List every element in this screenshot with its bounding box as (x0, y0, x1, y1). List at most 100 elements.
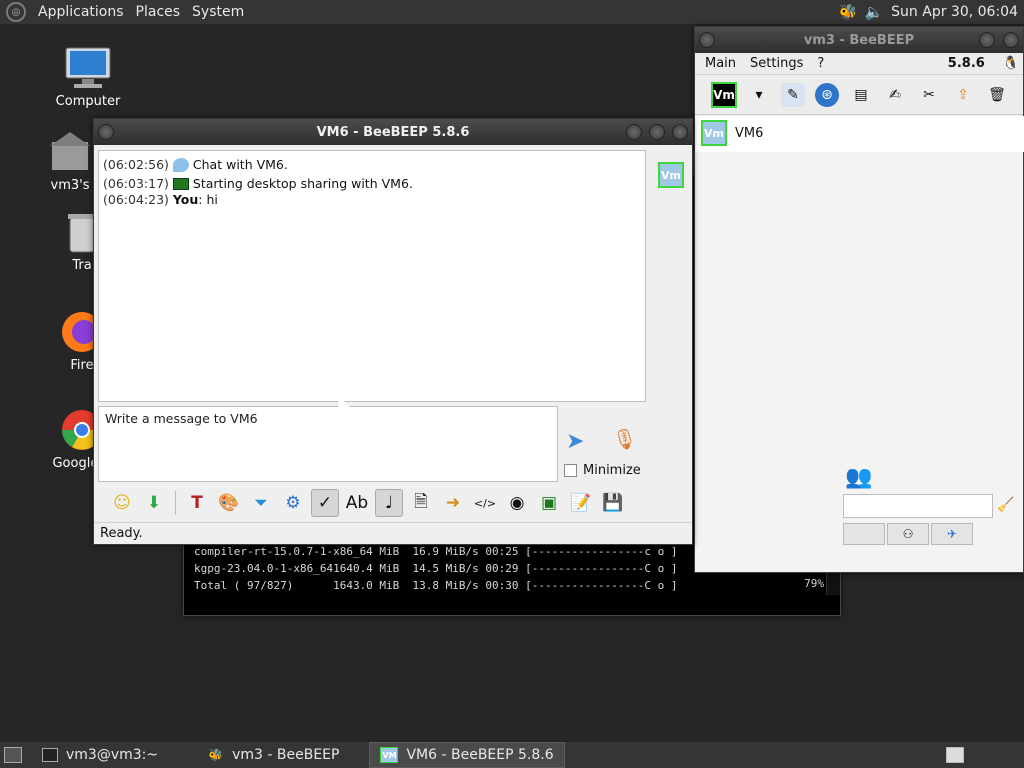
linux-tux-icon: 🐧 (1002, 56, 1019, 71)
home-folder-icon (46, 130, 94, 174)
task-label: vm3@vm3:~ (66, 747, 159, 763)
send-file-icon[interactable]: ✈ (931, 523, 973, 545)
chat-message: (06:02:56) Chat with VM6. (103, 157, 641, 173)
message-text: Chat with VM6. (192, 157, 288, 172)
html-code-icon[interactable]: </> (471, 489, 499, 517)
word-completer-icon[interactable]: Ab (343, 489, 371, 517)
task-label: vm3 - BeeBEEP (232, 747, 340, 763)
message-text: Starting desktop sharing with VM6. (192, 176, 413, 191)
chat-message: (06:03:17) Starting desktop sharing with… (103, 176, 641, 192)
volume-icon[interactable]: 🔈 (865, 3, 884, 21)
user-list: Vm VM6 (695, 116, 1024, 152)
groups-icon[interactable]: ▤ (849, 83, 873, 107)
vm3-toolbar: Vm ▾ ✎ ⊛ ▤ ✍ ✂ ⇪ 🗑 (695, 75, 1023, 115)
filter-icon[interactable]: ⏷ (247, 489, 275, 517)
search-input[interactable] (843, 494, 993, 518)
window-menu-button[interactable] (699, 32, 715, 48)
vm3-titlebar[interactable]: vm3 - BeeBEEP (695, 27, 1023, 53)
clear-search-icon[interactable]: 🧹 (997, 497, 1014, 513)
message-text: : hi (198, 192, 218, 207)
window-menu-button[interactable] (98, 124, 114, 140)
beep-sound-icon[interactable]: ♩ (375, 489, 403, 517)
chat-history[interactable]: (06:02:56) Chat with VM6. (06:03:17) Sta… (98, 150, 646, 402)
vm6-chat-window[interactable]: VM6 - BeeBEEP 5.8.6 (06:02:56) Chat with… (93, 118, 693, 545)
menu-main[interactable]: Main (705, 56, 736, 71)
desktop-icon-label: Computer (55, 94, 121, 109)
save-download-icon[interactable]: ⬇ (140, 489, 168, 517)
menu-places[interactable]: Places (130, 4, 187, 20)
bottom-button-1[interactable] (843, 523, 885, 545)
beebeep-tray-icon[interactable]: 🐝 (839, 3, 858, 21)
microphone-icon[interactable]: 🎙 (612, 427, 637, 455)
settings-gear-icon[interactable]: ⚙ (279, 489, 307, 517)
save-chat-icon[interactable]: 🗎 (407, 489, 435, 517)
status-bar: Ready. (94, 522, 692, 544)
chat-bubble-icon (172, 158, 189, 172)
task-terminal[interactable]: vm3@vm3:~ (32, 742, 168, 768)
tools-icon[interactable]: ✂ (917, 83, 941, 107)
desktop-icon-computer[interactable]: Computer (38, 46, 138, 109)
notes-icon[interactable]: 📝 (567, 489, 595, 517)
chat-members-panel: Vm (652, 150, 690, 480)
terminal-line: compiler-rt-15.0.7-1-x86_64 MiB 16.9 MiB… (194, 545, 678, 558)
terminal-line: Total ( 97/827) 1643.0 MiB 13.8 MiB/s 00… (194, 579, 678, 592)
color-palette-icon[interactable]: 🎨 (215, 489, 243, 517)
task-vm3-beebeep[interactable]: 🐝 vm3 - BeeBEEP (198, 742, 349, 768)
terminal-percent: 79% (804, 577, 824, 590)
close-button[interactable] (1003, 32, 1019, 48)
menu-help[interactable]: ? (817, 56, 824, 71)
user-name: VM6 (735, 125, 764, 141)
minimize-checkbox-row[interactable]: Minimize (564, 463, 641, 478)
menu-settings[interactable]: Settings (750, 56, 803, 71)
network-broadcast-icon[interactable]: ⊛ (815, 82, 839, 107)
message-input[interactable]: Write a message to VM6 (98, 406, 558, 482)
minimize-checkbox[interactable] (564, 464, 577, 477)
message-time: (06:04:23) (103, 192, 169, 207)
emoticon-icon[interactable]: ☺ (108, 489, 136, 517)
menu-applications[interactable]: Applications (32, 4, 130, 20)
vm3-window-title: vm3 - BeeBEEP (803, 32, 915, 48)
vm3-menubar: Main Settings ? 5.8.6 🐧 (695, 53, 1023, 75)
send-area: ➤ 🎙 Minimize (562, 419, 652, 485)
minimize-button[interactable] (626, 124, 642, 140)
notes-icon[interactable]: ✍ (883, 83, 907, 107)
task-label: VM6 - BeeBEEP 5.8.6 (406, 747, 554, 763)
chevron-down-icon[interactable]: ▾ (747, 83, 771, 107)
vm3-beebeep-window[interactable]: vm3 - BeeBEEP Main Settings ? 5.8.6 🐧 Vm… (694, 26, 1024, 573)
screen-share-icon (172, 178, 189, 190)
group-users-icon[interactable]: ⚇ (887, 523, 929, 545)
maximize-button[interactable] (979, 32, 995, 48)
maximize-button[interactable] (649, 124, 665, 140)
chat-message: (06:04:23) You: hi (103, 192, 641, 208)
spellcheck-icon[interactable]: ✓ (311, 489, 339, 517)
screenshot-camera-icon[interactable]: ◉ (503, 489, 531, 517)
trash-bin-icon[interactable]: 🗑 (985, 83, 1009, 107)
user-avatar: Vm (701, 120, 727, 146)
status-vm-badge[interactable]: Vm (711, 81, 737, 108)
file-share-icon[interactable]: ⇪ (951, 83, 975, 107)
version-label: 5.8.6 (947, 56, 985, 71)
member-avatar[interactable]: Vm (658, 162, 684, 188)
font-icon[interactable]: T (183, 489, 211, 517)
send-message-icon[interactable]: ➤ (566, 429, 598, 455)
menu-system[interactable]: System (186, 4, 250, 20)
toolbar-separator (175, 491, 176, 515)
chat-titlebar[interactable]: VM6 - BeeBEEP 5.8.6 (94, 119, 692, 145)
clock[interactable]: Sun Apr 30, 06:04 (891, 4, 1018, 20)
message-time: (06:02:56) (103, 157, 169, 172)
terminal-line: kgpg-23.04.0-1-x86_641640.4 MiB 14.5 MiB… (194, 562, 678, 575)
edit-profile-icon[interactable]: ✎ (781, 82, 805, 107)
list-item[interactable]: Vm VM6 (695, 116, 1024, 150)
task-vm6-chat[interactable]: VM VM6 - BeeBEEP 5.8.6 (369, 742, 565, 768)
computer-icon (64, 46, 112, 90)
system-logo-icon[interactable]: ◎ (6, 2, 26, 22)
top-panel: ◎ Applications Places System 🐝 🔈 Sun Apr… (0, 0, 1024, 24)
screen-share-toolbar-icon[interactable]: ▣ (535, 489, 563, 517)
workspace-switcher-icon[interactable] (946, 747, 964, 763)
save-disk-icon[interactable]: 💾 (599, 489, 627, 517)
beebeep-icon: 🐝 (208, 748, 224, 762)
vm-icon: VM (380, 747, 399, 763)
send-file-icon[interactable]: ➜ (439, 489, 467, 517)
show-desktop-icon[interactable] (4, 747, 22, 763)
close-button[interactable] (672, 124, 688, 140)
